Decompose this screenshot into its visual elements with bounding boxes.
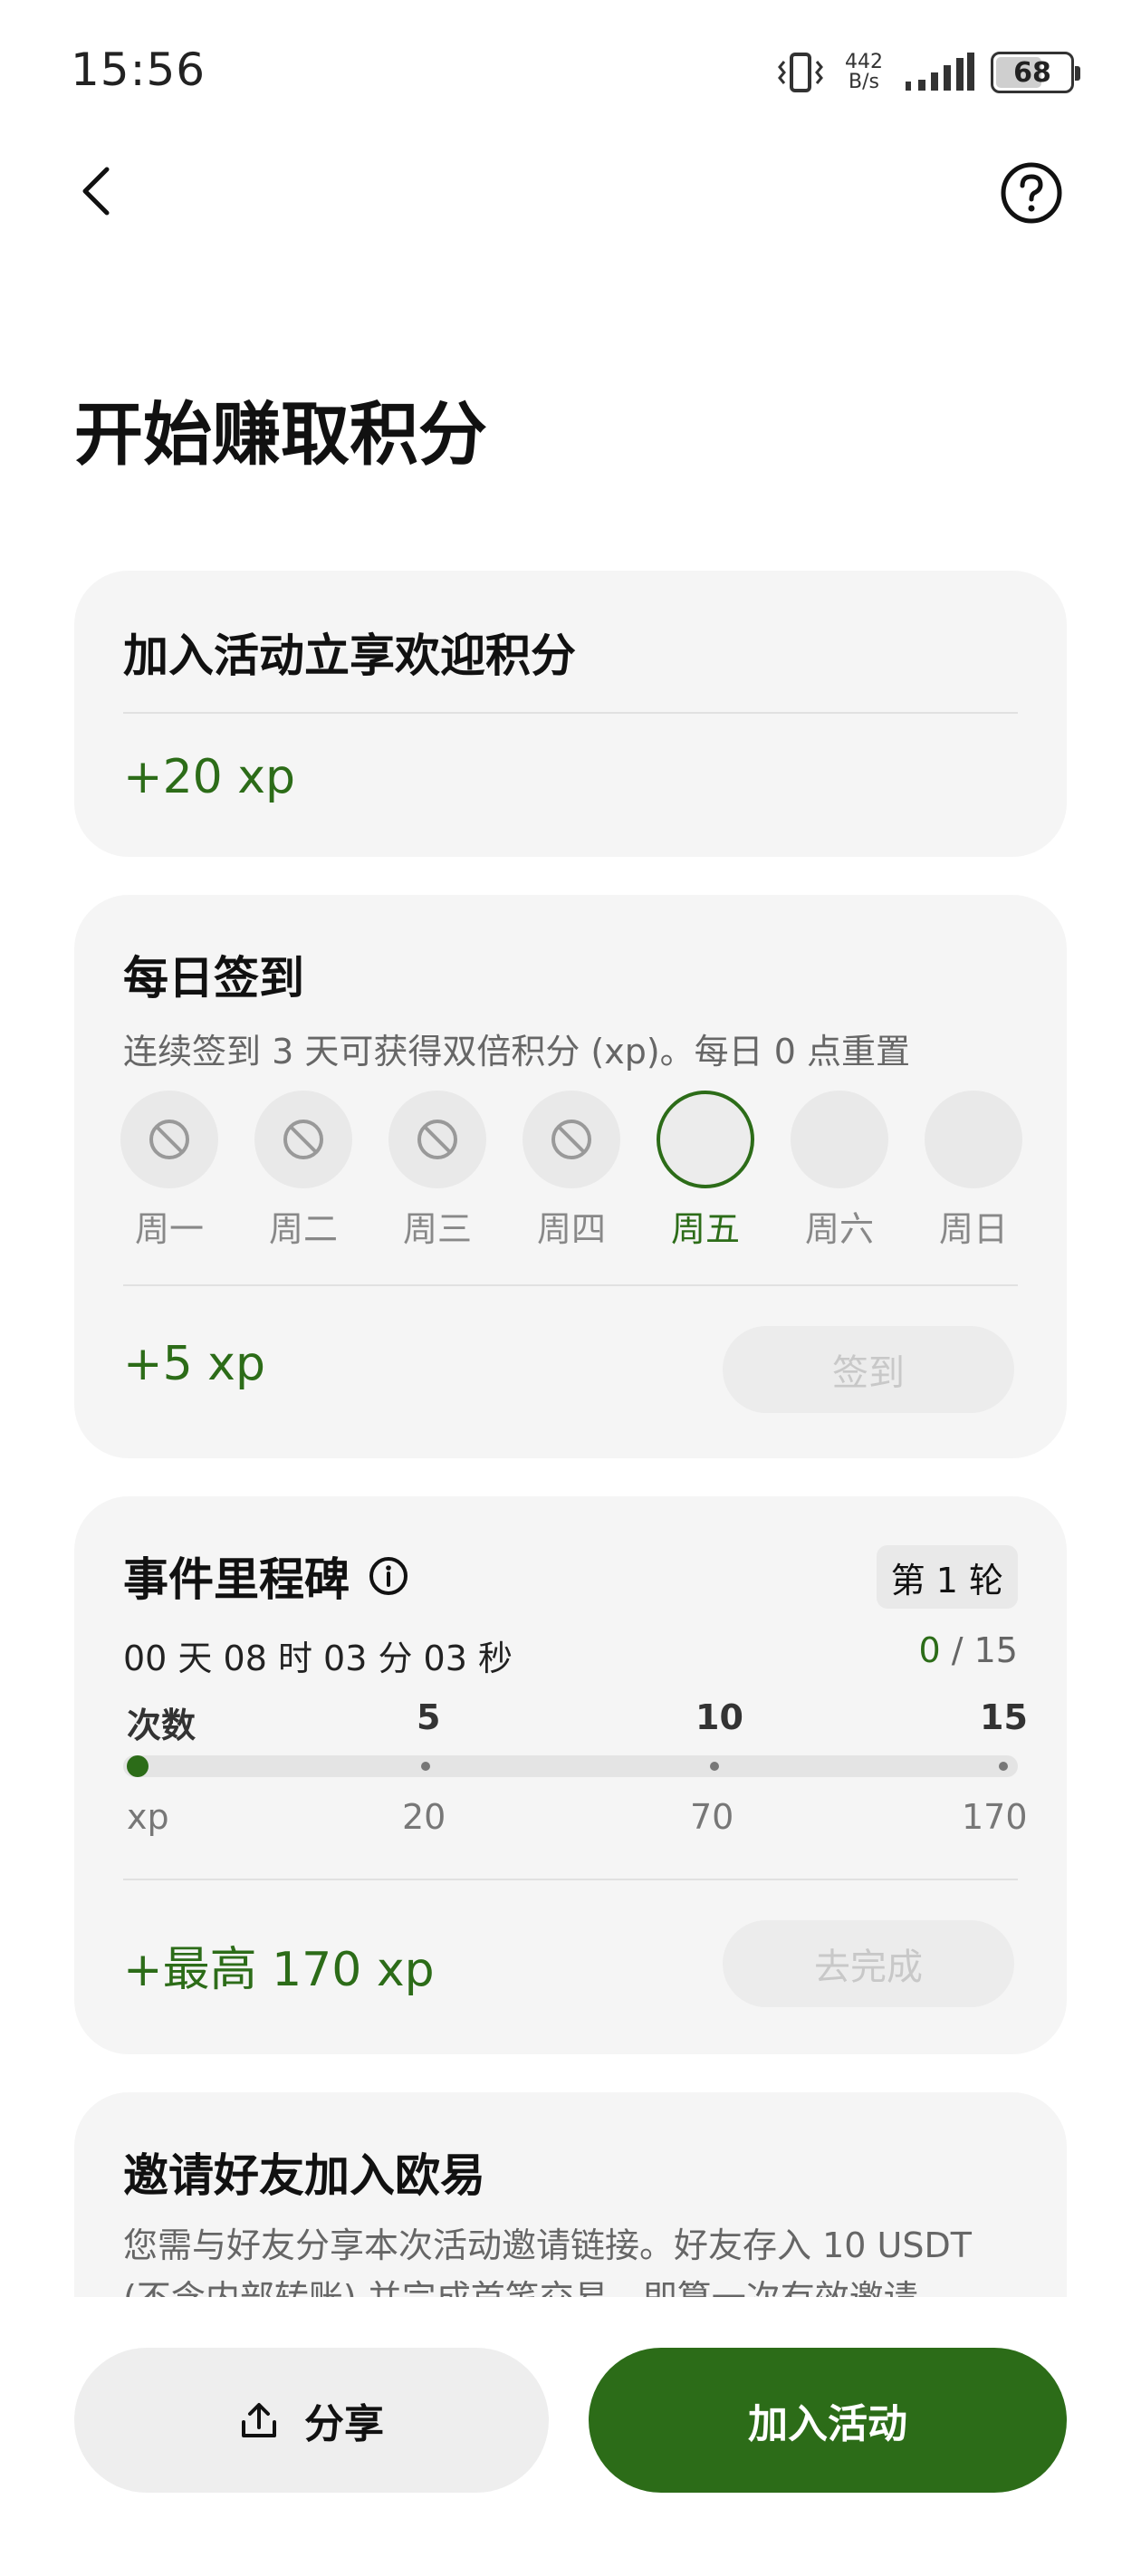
join-activity-button[interactable]: 加入活动 (589, 2348, 1067, 2493)
countdown-timer: 00 天 08 时 03 分 03 秒 (123, 1639, 513, 1678)
day-label: 周二 (268, 1209, 338, 1249)
divider (123, 1284, 1018, 1286)
milestone-title-row: 事件里程碑 (123, 1543, 409, 1609)
share-label: 分享 (304, 2402, 384, 2446)
milestone-xp-max: +最高 170 xp (123, 1943, 435, 1997)
welcome-xp: +20 xp (123, 750, 296, 804)
day-label: 周日 (938, 1209, 1008, 1249)
checkin-xp: +5 xp (123, 1337, 265, 1391)
milestone-xp: 170 (962, 1797, 1028, 1837)
round-badge: 第 1 轮 (876, 1545, 1018, 1609)
progress-total: / 15 (940, 1630, 1018, 1670)
prohibited-icon (417, 1120, 457, 1159)
day-status-circle (523, 1091, 620, 1188)
day-label: 周四 (536, 1209, 606, 1249)
milestone-count: 10 (695, 1697, 743, 1737)
day-status-circle (925, 1091, 1022, 1188)
milestone-dot (999, 1762, 1008, 1771)
battery-icon: 68 (991, 52, 1080, 93)
daily-checkin-card: 每日签到 连续签到 3 天可获得双倍积分 (xp)。每日 0 点重置 周一 周二… (74, 895, 1067, 1458)
milestone-dot (710, 1762, 719, 1771)
day-status-circle (120, 1091, 218, 1188)
milestone-xp: 20 (402, 1797, 446, 1837)
network-speed: 442 B/s (840, 53, 887, 92)
progress-current: 0 (918, 1630, 941, 1670)
progress-marker (127, 1755, 149, 1777)
day-status-circle (388, 1091, 486, 1188)
welcome-card-title: 加入活动立享欢迎积分 (123, 630, 576, 682)
milestone-dot (421, 1762, 430, 1771)
invite-card-title: 邀请好友加入欧易 (123, 2149, 485, 2202)
today-circle[interactable] (657, 1091, 754, 1188)
help-icon[interactable] (1000, 161, 1063, 225)
count-label: 次数 (127, 1706, 197, 1745)
checkin-button[interactable]: 签到 (723, 1326, 1014, 1413)
bottom-action-bar: 分享 加入活动 (0, 2297, 1141, 2576)
milestone-card: 事件里程碑 第 1 轮 00 天 08 时 03 分 03 秒 0 / 15 次… (74, 1496, 1067, 2054)
day-thursday: 周四 (522, 1091, 621, 1251)
welcome-points-card: 加入活动立享欢迎积分 +20 xp (74, 571, 1067, 857)
checkin-subtitle: 连续签到 3 天可获得双倍积分 (xp)。每日 0 点重置 (123, 1032, 911, 1072)
milestone-progress-track (123, 1755, 1018, 1777)
day-label: 周三 (402, 1209, 472, 1249)
day-saturday: 周六 (790, 1091, 889, 1251)
day-wednesday: 周三 (388, 1091, 487, 1251)
net-speed-unit: B/s (849, 71, 879, 93)
go-complete-button[interactable]: 去完成 (723, 1920, 1014, 2007)
milestone-count: 15 (980, 1697, 1028, 1737)
checkin-card-title: 每日签到 (123, 952, 304, 1004)
status-time: 15:56 (71, 43, 206, 96)
day-status-circle (791, 1091, 888, 1188)
divider (123, 712, 1018, 714)
share-icon (242, 2403, 276, 2437)
back-button[interactable] (69, 159, 123, 223)
battery-level: 68 (1013, 56, 1051, 89)
day-friday[interactable]: 周五 (656, 1091, 755, 1251)
day-label: 周六 (804, 1209, 874, 1249)
chevron-left-icon (82, 167, 110, 216)
milestone-xp: 70 (690, 1797, 734, 1837)
day-label: 周五 (670, 1209, 740, 1249)
signal-icon (906, 53, 974, 91)
page-title: 开始赚取积分 (74, 394, 487, 475)
weekday-row: 周一 周二 周三 周四 周五 周六 周日 (120, 1091, 1034, 1249)
vibrate-icon (778, 53, 823, 92)
day-tuesday: 周二 (254, 1091, 353, 1251)
xp-row-label: xp (127, 1797, 169, 1837)
progress-count: 0 / 15 (918, 1630, 1018, 1670)
day-monday: 周一 (120, 1091, 219, 1251)
divider (123, 1879, 1018, 1880)
status-bar: 15:56 442 B/s 68 (0, 0, 1141, 136)
milestone-count: 5 (417, 1697, 441, 1737)
day-sunday: 周日 (924, 1091, 1023, 1251)
share-button[interactable]: 分享 (74, 2348, 549, 2493)
net-speed-value: 442 (845, 51, 883, 73)
day-label: 周一 (134, 1209, 204, 1249)
prohibited-icon (283, 1120, 323, 1159)
milestone-card-title: 事件里程碑 (123, 1553, 350, 1606)
prohibited-icon (551, 1120, 591, 1159)
info-icon[interactable] (368, 1555, 409, 1597)
status-icons: 442 B/s 68 (777, 47, 1080, 98)
day-status-circle (254, 1091, 352, 1188)
prohibited-icon (149, 1120, 189, 1159)
